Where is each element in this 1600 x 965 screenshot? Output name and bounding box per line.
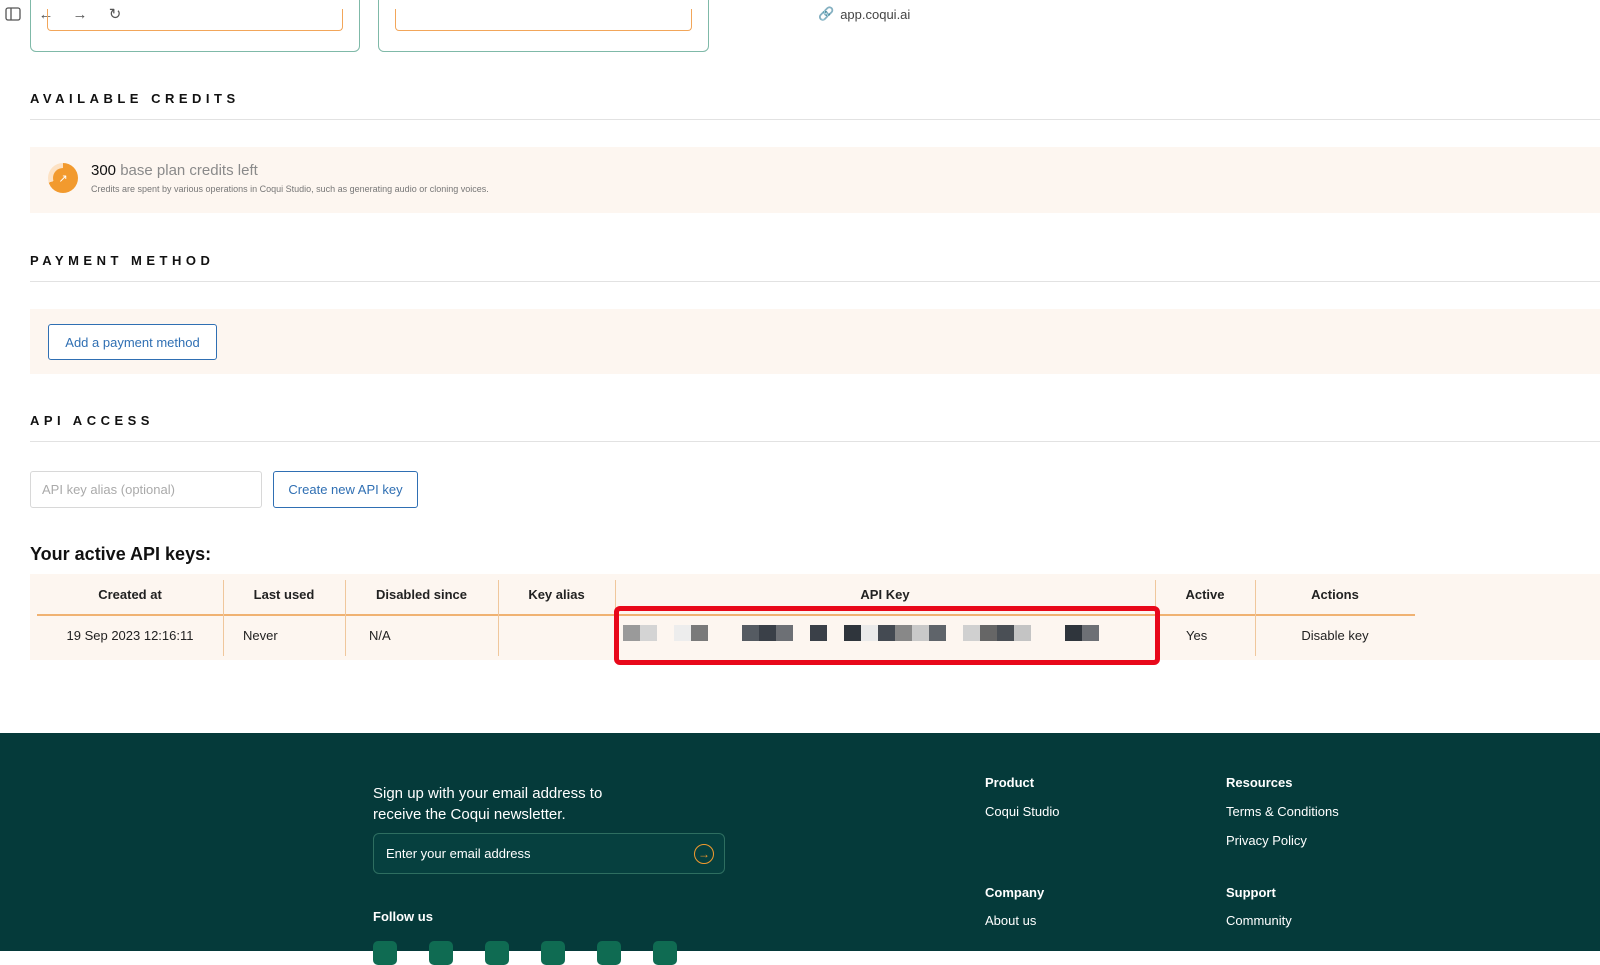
cell-active: Yes <box>1186 627 1208 643</box>
credits-label: base plan credits left <box>116 162 258 179</box>
plan-card <box>378 0 709 52</box>
api-section-title: API ACCESS <box>30 413 154 428</box>
credits-ring-icon: ↗ <box>48 163 78 193</box>
add-payment-method-button[interactable]: Add a payment method <box>48 324 217 360</box>
address-bar[interactable]: 🔗 app.coqui.ai <box>818 6 910 22</box>
api-key-alias-input[interactable] <box>30 471 262 508</box>
highlight-box <box>614 606 1160 665</box>
divider <box>30 281 1600 282</box>
active-keys-heading: Your active API keys: <box>30 544 212 564</box>
payment-panel: Add a payment method <box>30 309 1600 374</box>
credits-panel: ↗ 300 base plan credits left Credits are… <box>30 147 1600 213</box>
link-icon: 🔗 <box>818 6 835 21</box>
footer-link-coqui-studio[interactable]: Coqui Studio <box>985 804 1059 819</box>
footer-company-title: Company <box>985 885 1045 900</box>
chart-icon: ↗ <box>53 168 73 188</box>
cell-created-at: 19 Sep 2023 12:16:11 <box>66 627 194 643</box>
column-header-last-used: Last used <box>253 586 315 602</box>
newsletter-form: → <box>373 833 725 874</box>
plan-card-button[interactable] <box>395 9 692 31</box>
divider <box>30 119 1600 120</box>
youtube-icon[interactable] <box>653 941 677 965</box>
sidebar-icon[interactable] <box>4 5 22 23</box>
linkedin-icon[interactable] <box>541 941 565 965</box>
column-header-actions: Actions <box>1311 586 1359 602</box>
social-links <box>373 941 677 965</box>
payment-section-title: PAYMENT METHOD <box>30 253 215 268</box>
create-api-key-button[interactable]: Create new API key <box>273 471 418 508</box>
footer-product-title: Product <box>985 775 1035 790</box>
plan-card-button[interactable] <box>47 9 343 31</box>
github-icon[interactable] <box>373 941 397 965</box>
credits-summary: 300 base plan credits left <box>91 162 258 179</box>
column-header-key-alias: Key alias <box>528 586 585 602</box>
twitter-icon[interactable] <box>429 941 453 965</box>
footer: Sign up with your email address to recei… <box>0 733 1600 965</box>
arrow-right-circle-icon[interactable]: → <box>694 844 714 864</box>
credits-section-title: AVAILABLE CREDITS <box>30 91 240 106</box>
footer-link-terms[interactable]: Terms & Conditions <box>1226 804 1339 819</box>
disable-key-link[interactable]: Disable key <box>1255 615 1415 655</box>
column-header-active: Active <box>1185 586 1225 602</box>
footer-resources-title: Resources <box>1226 775 1293 790</box>
footer-link-community[interactable]: Community <box>1226 913 1292 928</box>
credits-amount: 300 <box>91 162 117 179</box>
plan-card <box>30 0 360 52</box>
column-header-disabled-since: Disabled since <box>375 586 468 602</box>
footer-link-about[interactable]: About us <box>985 913 1036 928</box>
newsletter-text: Sign up with your email address to recei… <box>373 785 603 823</box>
newsletter-email-input[interactable] <box>386 834 676 873</box>
discord-icon[interactable] <box>597 941 621 965</box>
divider <box>30 441 1600 442</box>
cell-key-alias <box>498 615 615 655</box>
footer-support-title: Support <box>1226 885 1276 900</box>
footer-link-privacy[interactable]: Privacy Policy <box>1226 833 1307 848</box>
credits-description: Credits are spent by various operations … <box>91 184 489 194</box>
follow-us-label: Follow us <box>373 909 433 924</box>
cell-disabled-since: N/A <box>369 627 391 643</box>
column-header-created-at: Created at <box>98 586 162 602</box>
cell-last-used: Never <box>243 627 278 643</box>
facebook-icon[interactable] <box>485 941 509 965</box>
url-text: app.coqui.ai <box>840 6 911 22</box>
